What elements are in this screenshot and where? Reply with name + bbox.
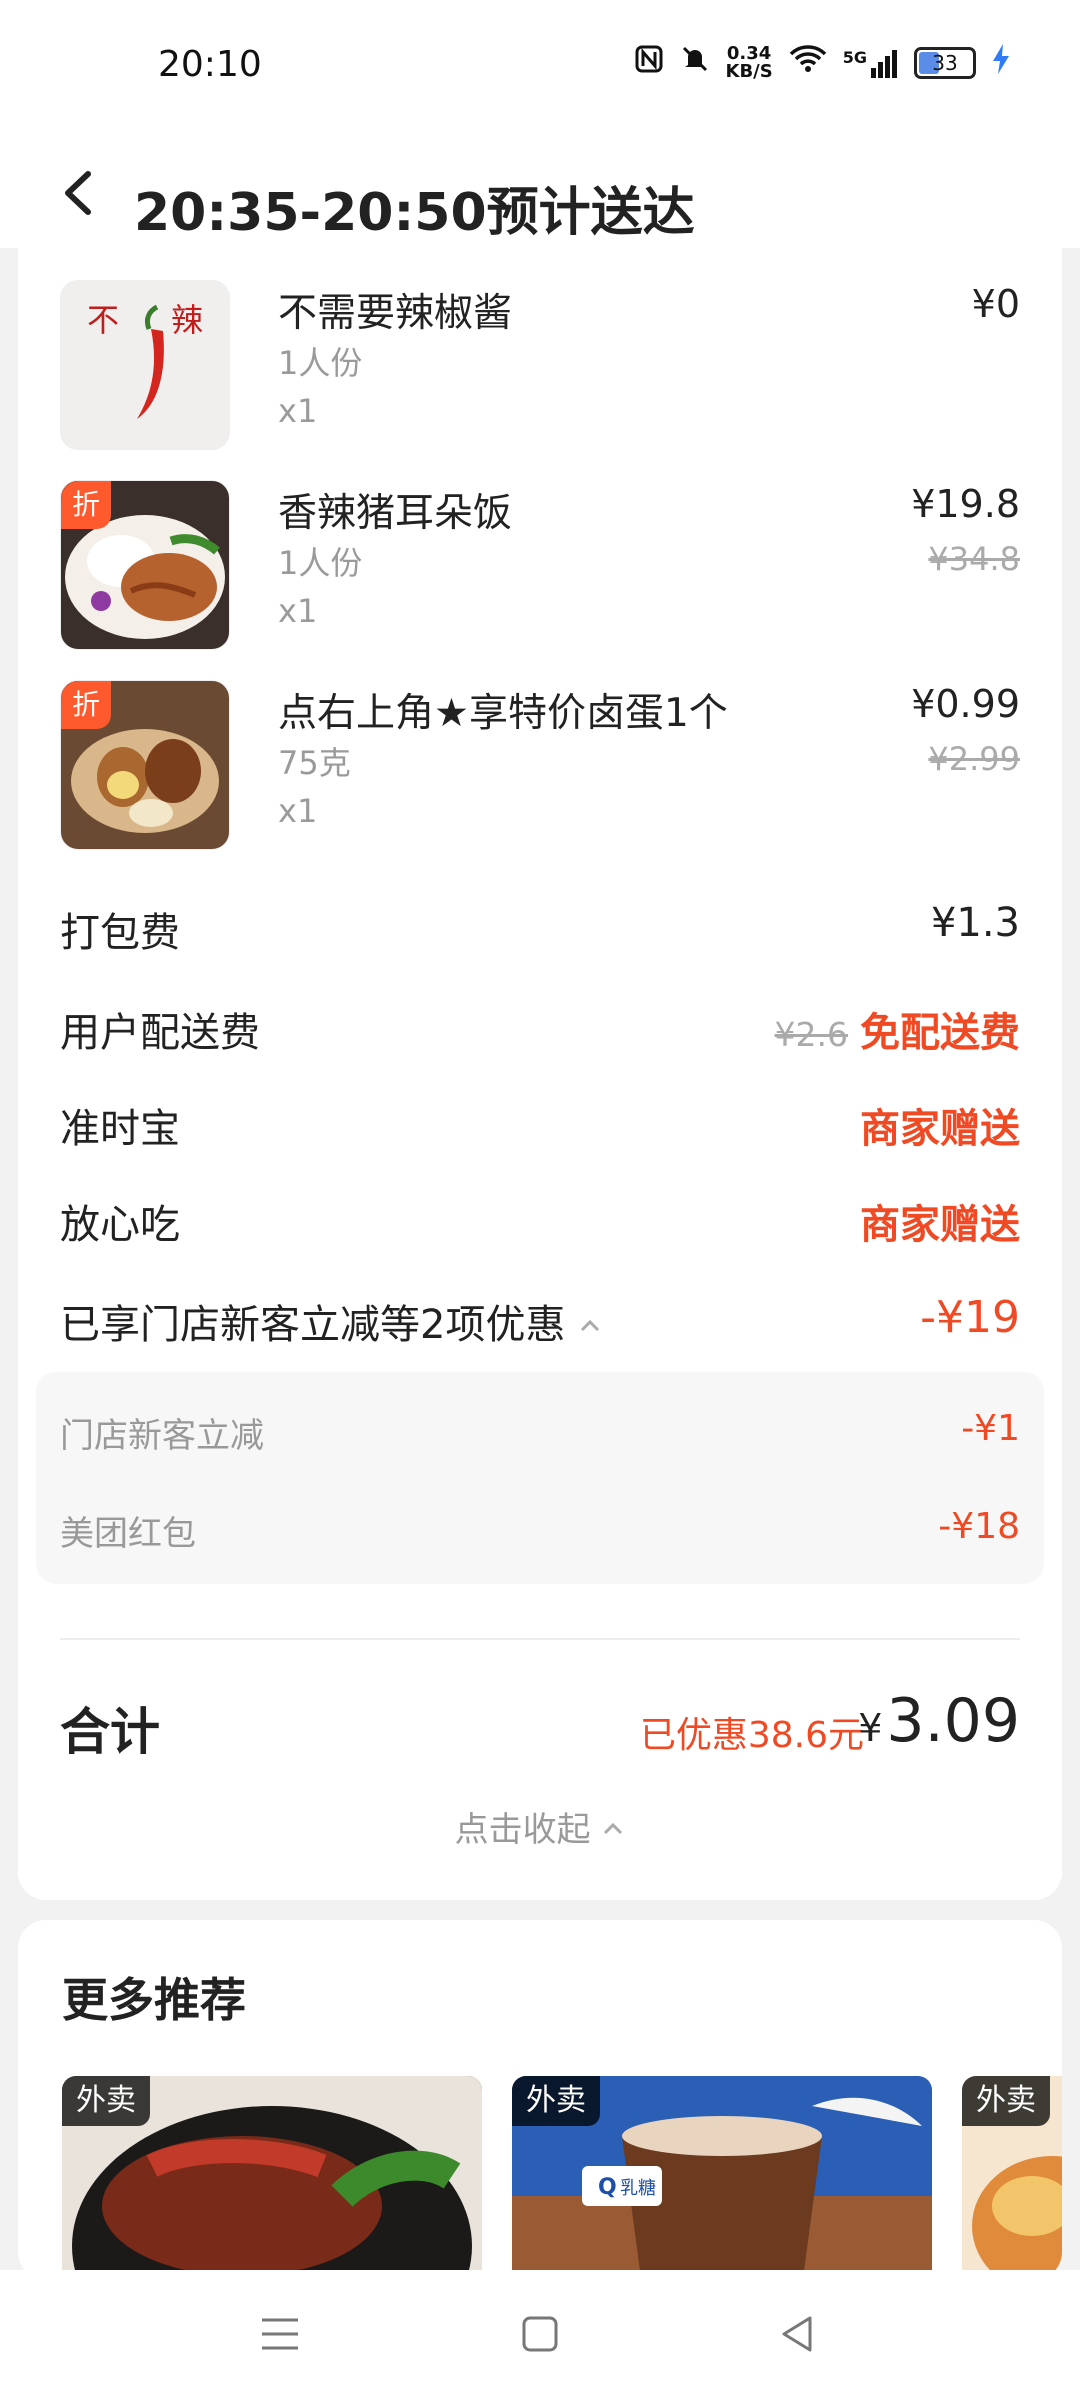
item-spec: 1人份 [278, 344, 363, 382]
divider [60, 1638, 1020, 1640]
recommend-title: 更多推荐 [62, 1973, 246, 2027]
item-quantity: x1 [278, 592, 318, 630]
nfc-icon [634, 44, 664, 82]
item-thumbnail: 折 [60, 680, 230, 850]
discount-details: 门店新客立减 -¥1 美团红包 -¥18 [36, 1372, 1044, 1584]
discount-summary-value: -¥19 [920, 1292, 1020, 1343]
recommend-item[interactable]: 外卖 [962, 2076, 1062, 2280]
packing-fee-label: 打包费 [60, 910, 180, 956]
item-original-price: ¥34.8 [928, 540, 1020, 578]
recommend-tag: 外卖 [512, 2076, 600, 2126]
discount-tag: 折 [61, 681, 111, 729]
discount-tag: 折 [61, 481, 111, 529]
item-price: ¥0.99 [911, 682, 1020, 726]
item-quantity: x1 [278, 792, 318, 830]
order-item[interactable]: 不 辣 不需要辣椒酱 1人份 x1 ¥0 [60, 280, 1020, 450]
delivery-fee-row: 用户配送费 ¥2.6 免配送费 [60, 1000, 1020, 1060]
total-label: 合计 [60, 1703, 160, 1761]
recommend-tag: 外卖 [962, 2076, 1050, 2126]
collapse-button[interactable]: 点击收起 [18, 1802, 1062, 1851]
delivery-fee-original: ¥2.6 [774, 1015, 848, 1054]
safe-eat-value: 商家赠送 [860, 1202, 1020, 1248]
order-item[interactable]: 折 香辣猪耳朵饭 1人份 x1 ¥19.8 ¥34.8 [60, 480, 1020, 650]
chevron-up-icon [601, 1810, 625, 1850]
menu-icon[interactable] [258, 2312, 302, 2356]
recommend-item[interactable]: Q 乳糖 外卖 [512, 2076, 932, 2280]
item-thumbnail: 折 [60, 480, 230, 650]
discount-row: 门店新客立减 -¥1 [60, 1408, 1020, 1456]
item-quantity: x1 [278, 392, 318, 430]
item-name: 点右上角★享特价卤蛋1个 [278, 691, 728, 736]
recommend-tag: 外卖 [62, 2076, 150, 2126]
charging-icon [992, 44, 1010, 82]
item-spec: 75克 [278, 744, 351, 782]
back-triangle-icon[interactable] [776, 2312, 820, 2356]
back-arrow-icon[interactable] [60, 170, 98, 215]
ontime-label: 准时宝 [60, 1106, 180, 1152]
item-price: ¥19.8 [911, 482, 1020, 526]
delivery-fee-free: 免配送费 [860, 1010, 1020, 1056]
svg-text:乳糖: 乳糖 [620, 2178, 656, 2199]
header: 20:35-20:50预计送达 [0, 130, 1080, 248]
chevron-up-icon [578, 1302, 602, 1348]
battery-icon: 33 [914, 47, 976, 79]
wifi-icon [789, 44, 827, 82]
status-time: 20:10 [158, 44, 262, 85]
discount-summary-label: 已享门店新客立减等2项优惠 [60, 1292, 602, 1350]
home-square-icon[interactable] [518, 2312, 562, 2356]
system-nav-bar [0, 2270, 1080, 2400]
signal-icon: 5G [843, 48, 898, 78]
ontime-row: 准时宝 商家赠送 [60, 1096, 1020, 1156]
item-name: 香辣猪耳朵饭 [278, 491, 513, 536]
svg-text:Q: Q [598, 2175, 617, 2200]
item-original-price: ¥2.99 [928, 740, 1020, 778]
item-thumbnail: 不 辣 [60, 280, 230, 450]
status-bar: 20:10 0.34 KB/S 5G 33 [0, 0, 1080, 130]
total-amount: ¥3.09 [858, 1686, 1020, 1756]
safe-eat-label: 放心吃 [60, 1202, 180, 1248]
mute-bell-icon [680, 44, 710, 82]
order-item[interactable]: 折 点右上角★享特价卤蛋1个 75克 x1 ¥0.99 ¥2.99 [60, 680, 1020, 850]
svg-text:辣: 辣 [171, 301, 203, 339]
status-icons: 0.34 KB/S 5G 33 [634, 44, 1010, 82]
item-price: ¥0 [971, 282, 1020, 326]
recommend-section: 更多推荐 外卖 Q 乳糖 外卖 外卖 [18, 1920, 1062, 2280]
page-title: 20:35-20:50预计送达 [134, 183, 695, 243]
discount-summary-row[interactable]: 已享门店新客立减等2项优惠 -¥19 [60, 1292, 1020, 1352]
item-spec: 1人份 [278, 544, 363, 582]
delivery-fee-value: ¥2.6 免配送费 [775, 1000, 1020, 1058]
item-name: 不需要辣椒酱 [278, 291, 513, 336]
ontime-value: 商家赠送 [860, 1106, 1020, 1152]
total-saved: 已优惠38.6元 [639, 1715, 864, 1756]
recommend-item[interactable]: 外卖 [62, 2076, 482, 2280]
packing-fee-value: ¥1.3 [930, 900, 1020, 946]
order-detail-card: 不 辣 不需要辣椒酱 1人份 x1 ¥0 折 香辣猪耳朵饭 1人份 x1 ¥19… [18, 248, 1062, 1900]
packing-fee-row: 打包费 ¥1.3 [60, 900, 1020, 960]
safe-eat-row: 放心吃 商家赠送 [60, 1192, 1020, 1252]
net-speed: 0.34 KB/S [725, 43, 773, 82]
delivery-fee-label: 用户配送费 [60, 1010, 260, 1056]
discount-row: 美团红包 -¥18 [60, 1506, 1020, 1554]
svg-text:不: 不 [87, 301, 119, 339]
